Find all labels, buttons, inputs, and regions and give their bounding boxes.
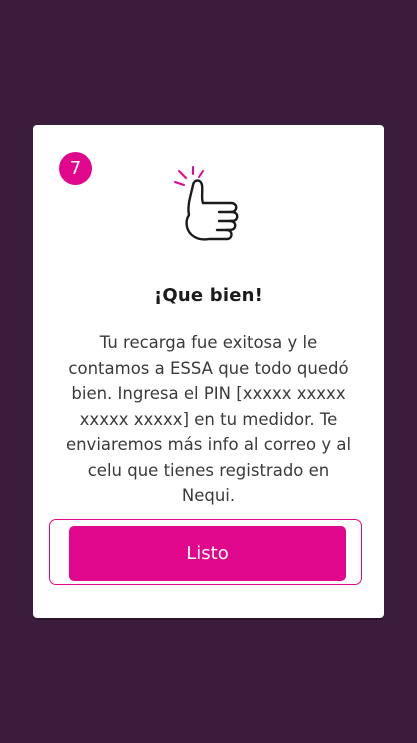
thumbs-up-icon xyxy=(174,166,239,241)
listo-button[interactable]: Listo xyxy=(69,526,346,581)
step-number-badge: 7 xyxy=(59,152,92,185)
dialog-message: Tu recarga fue exitosa y le contamos a E… xyxy=(65,333,352,505)
dialog-title: ¡Que bien! xyxy=(153,285,264,306)
screen: { "dialog": { "step_number": "7", "illus… xyxy=(0,0,417,743)
success-dialog: 7 ¡Que bien! Tu recarga fue exitosa y le… xyxy=(33,125,384,618)
